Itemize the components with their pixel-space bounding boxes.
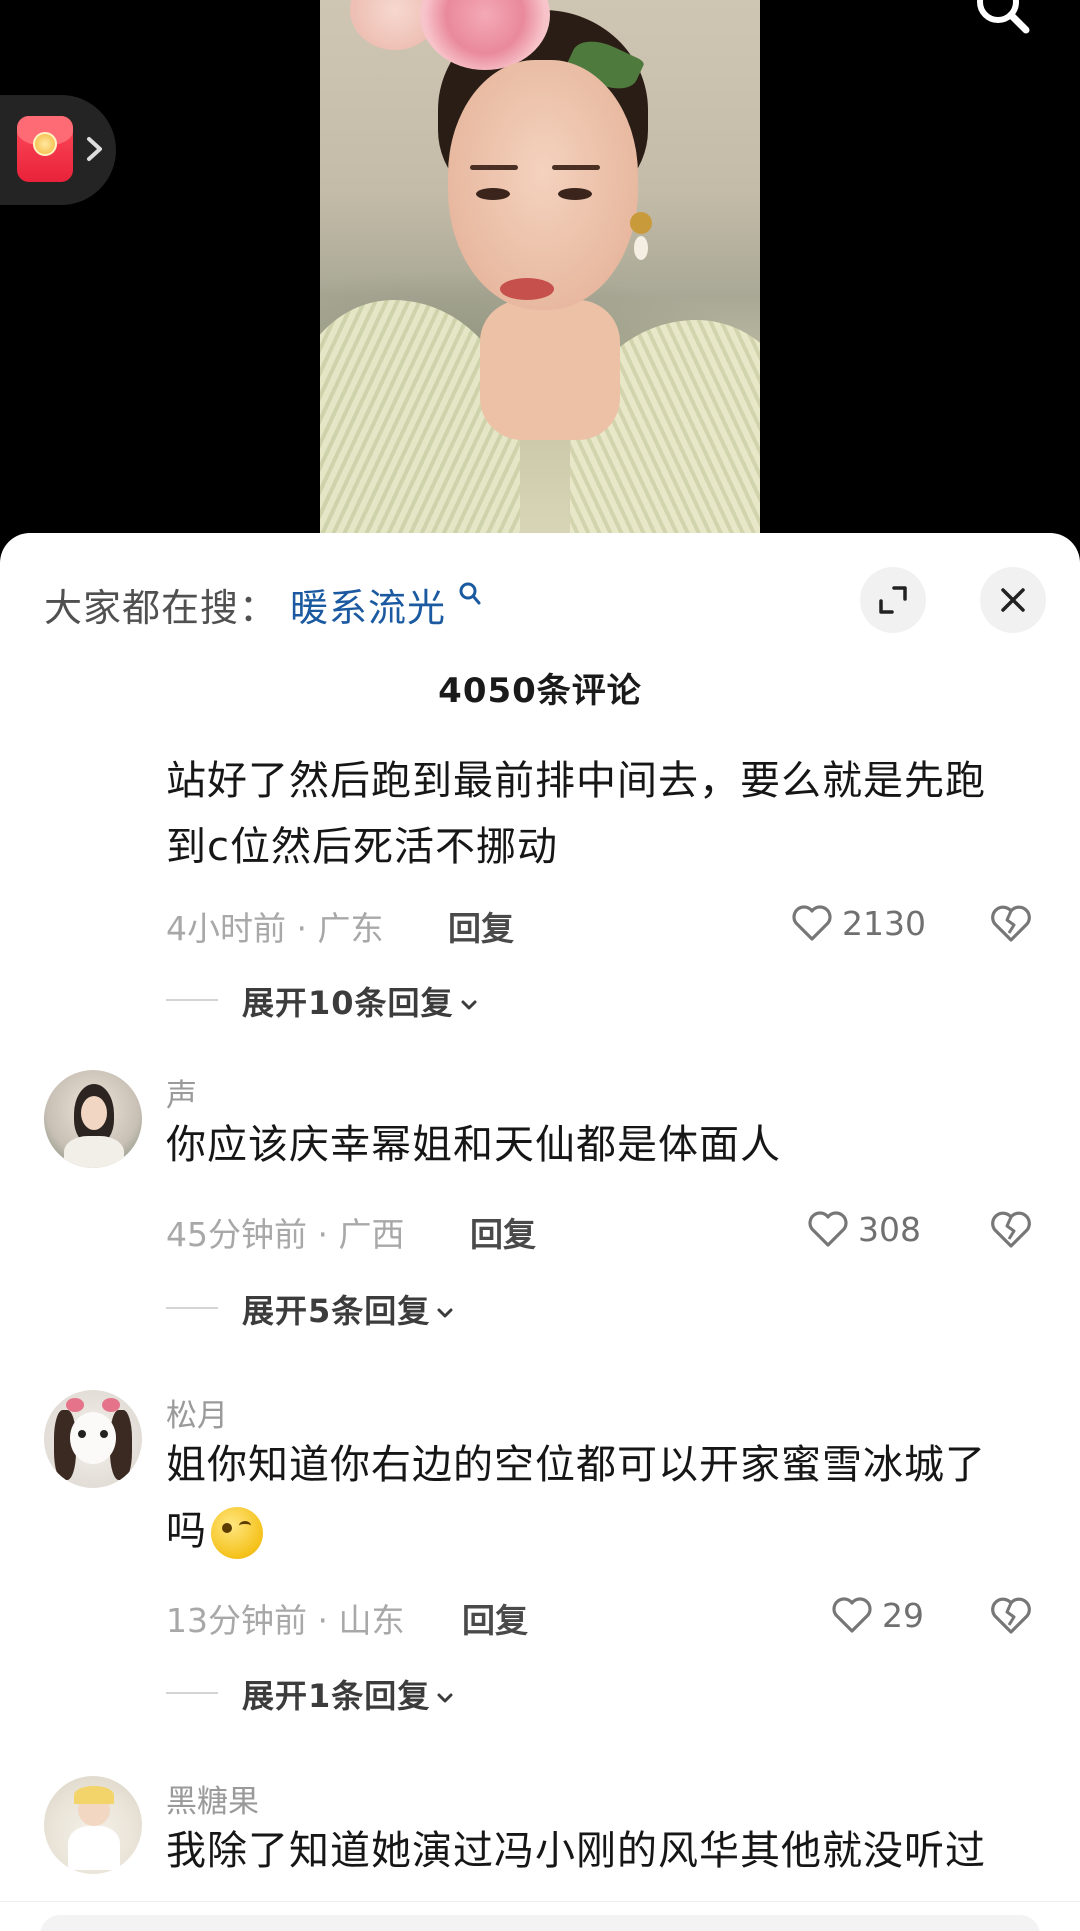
avatar-bow-left: [66, 1398, 84, 1412]
comment-input-bar[interactable]: [40, 1915, 1040, 1931]
expand-replies-button[interactable]: 展开10条回复: [242, 978, 478, 1024]
avatar-face: [81, 1096, 107, 1130]
comment-item: 松月 姐你知道你右边的空位都可以开家蜜雪冰城了吗 13分钟前 · 山东 回复 2…: [0, 1390, 1080, 1750]
reply-button[interactable]: 回复: [448, 902, 514, 950]
chevron-right-icon: [87, 137, 102, 161]
chevron-down-icon: [437, 1693, 453, 1703]
video-eye-right: [558, 188, 592, 200]
red-packet-icon: [17, 116, 73, 182]
expand-icon: [879, 586, 907, 614]
avatar-body: [68, 1826, 120, 1870]
video-brow-right: [552, 165, 600, 170]
close-icon: [1001, 588, 1025, 612]
expand-divider: [166, 1692, 218, 1694]
comment-item: 站好了然后跑到最前排中间去，要么就是先跑到c位然后死活不挪动 4小时前 · 广东…: [0, 748, 1080, 1048]
expand-replies-label: 展开1条回复: [242, 1677, 431, 1715]
avatar-body: [64, 1136, 124, 1168]
like-count: 308: [858, 1209, 921, 1249]
video-pearl: [634, 236, 648, 260]
drooling-face-emoji-icon: [211, 1507, 263, 1559]
comment-sheet-header: 大家都在搜： 暖系流光: [0, 533, 1080, 653]
video-brow-left: [470, 165, 518, 170]
reply-button[interactable]: 回复: [470, 1208, 536, 1256]
red-packet-button[interactable]: [0, 95, 116, 205]
comment-text: 站好了然后跑到最前排中间去，要么就是先跑到c位然后死活不挪动: [166, 758, 986, 870]
trending-search-label: 大家都在搜：: [44, 586, 279, 630]
video-frame[interactable]: [320, 0, 760, 540]
like-count: 2130: [842, 903, 926, 943]
avatar-eye-right: [100, 1430, 108, 1438]
search-icon[interactable]: [458, 581, 484, 609]
avatar-eye-left: [78, 1430, 86, 1438]
comment-text: 姐你知道你右边的空位都可以开家蜜雪冰城了吗: [166, 1432, 1026, 1564]
comment-text: 你应该庆幸幂姐和天仙都是体面人: [166, 1122, 781, 1168]
like-count: 29: [882, 1595, 924, 1635]
comment-count: 4050条评论: [438, 671, 642, 711]
like-button[interactable]: 29: [830, 1590, 924, 1640]
comment-text: 我除了知道她演过冯小刚的风华其他就没听过: [166, 1828, 986, 1874]
heart-icon: [832, 1597, 872, 1633]
comment-item: 声 你应该庆幸幂姐和天仙都是体面人 45分钟前 · 广西 回复 308 展开5条…: [0, 1070, 1080, 1370]
heart-icon: [808, 1211, 848, 1247]
avatar-hat: [74, 1786, 114, 1804]
video-neck: [480, 300, 620, 440]
comment-username[interactable]: 松月: [166, 1390, 228, 1435]
avatar[interactable]: [44, 1390, 142, 1488]
heart-icon: [792, 905, 832, 941]
video-earring: [630, 212, 652, 234]
broken-heart-icon[interactable]: [988, 1592, 1034, 1638]
avatar-bow-right: [102, 1398, 120, 1412]
search-icon[interactable]: [968, 0, 1038, 46]
video-lips: [500, 278, 554, 300]
expand-divider: [166, 999, 218, 1001]
video-eye-left: [476, 188, 510, 200]
reply-button[interactable]: 回复: [462, 1594, 528, 1642]
avatar[interactable]: [44, 1776, 142, 1874]
like-button[interactable]: 308: [806, 1204, 921, 1254]
chevron-down-icon: [437, 1308, 453, 1318]
comment-meta: 4小时前 · 广东: [166, 909, 384, 948]
expand-button[interactable]: [860, 567, 926, 633]
comment-text-content: 姐你知道你右边的空位都可以开家蜜雪冰城了吗: [166, 1442, 986, 1554]
expand-replies-button[interactable]: 展开5条回复: [242, 1286, 454, 1332]
comment-item: 黑糖果 我除了知道她演过冯小刚的风华其他就没听过: [0, 1776, 1080, 1906]
close-button[interactable]: [980, 567, 1046, 633]
comment-meta: 45分钟前 · 广西: [166, 1215, 405, 1254]
video-player[interactable]: [0, 0, 1080, 560]
comment-sheet: 大家都在搜： 暖系流光 4050条评论 站好了然后跑到最前排中间去，要么就是先跑…: [0, 533, 1080, 1931]
expand-divider: [166, 1307, 218, 1309]
chevron-down-icon: [461, 1000, 477, 1010]
like-button[interactable]: 2130: [790, 898, 926, 948]
comment-meta: 13分钟前 · 山东: [166, 1601, 405, 1640]
expand-replies-label: 展开10条回复: [242, 984, 454, 1022]
comment-username[interactable]: 黑糖果: [166, 1776, 259, 1821]
expand-replies-button[interactable]: 展开1条回复: [242, 1671, 454, 1717]
avatar[interactable]: [44, 1070, 142, 1168]
comment-username[interactable]: 声: [166, 1070, 197, 1115]
trending-search-link[interactable]: 暖系流光: [290, 577, 446, 632]
broken-heart-icon[interactable]: [988, 1206, 1034, 1252]
avatar-face: [70, 1412, 116, 1464]
broken-heart-icon[interactable]: [988, 900, 1034, 946]
video-face: [448, 60, 638, 310]
bottom-divider: [0, 1901, 1080, 1902]
expand-replies-label: 展开5条回复: [242, 1292, 431, 1330]
